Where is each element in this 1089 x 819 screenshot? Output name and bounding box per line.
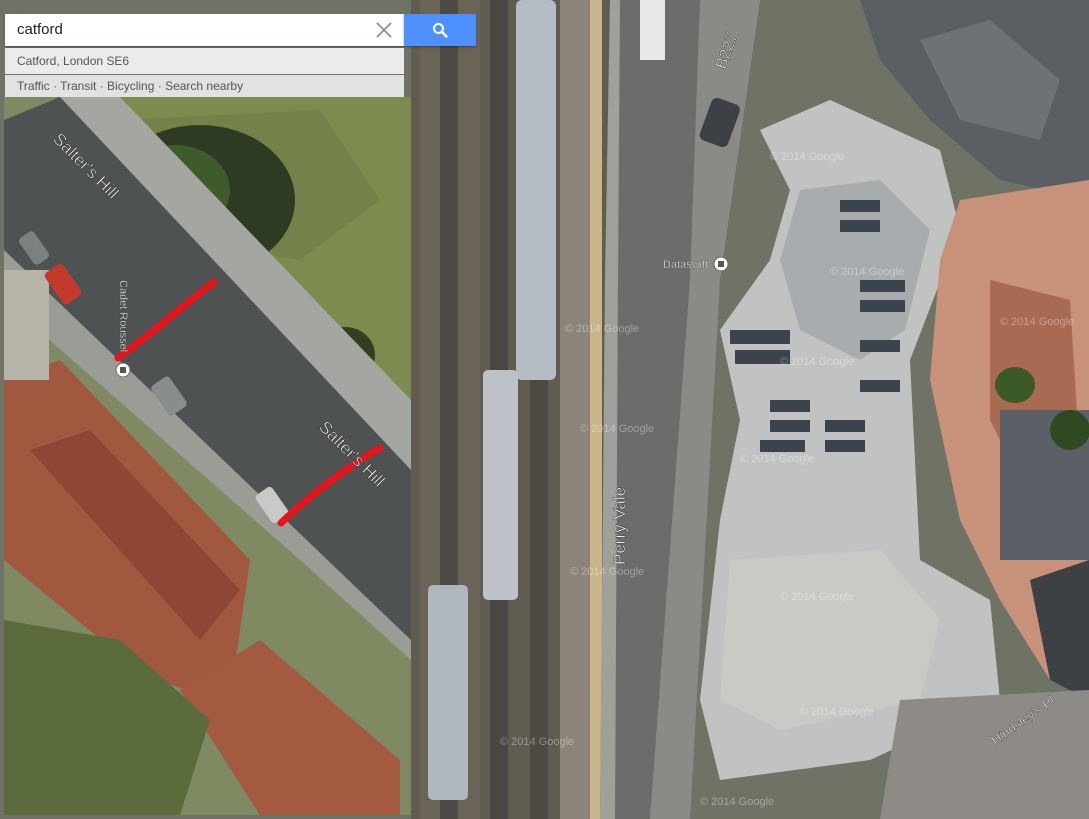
watermark: © 2014 Google xyxy=(700,796,774,808)
link-traffic[interactable]: Traffic xyxy=(17,79,50,93)
search-button[interactable] xyxy=(404,14,476,46)
separator: · xyxy=(154,79,166,93)
search-icon xyxy=(433,23,448,38)
search-suggestion[interactable]: Catford, London SE6 xyxy=(5,48,404,74)
watermark: © 2014 Google xyxy=(780,356,854,368)
train xyxy=(516,0,556,380)
dataswift-marker[interactable] xyxy=(713,256,729,272)
satellite-map[interactable]: Salter's Hill Salter's Hill Cadet Rousse… xyxy=(0,0,1089,819)
link-transit[interactable]: Transit xyxy=(60,79,96,93)
separator: · xyxy=(49,79,61,93)
watermark: © 2014 Google xyxy=(830,266,904,278)
street-label-cadet-roussel: Cadet Roussel xyxy=(117,280,129,352)
watermark: © 2014 Google xyxy=(800,706,874,718)
watermark: © 2014 Google xyxy=(570,566,644,578)
search-input[interactable]: catford xyxy=(17,14,63,46)
street-label-perry-vale: Perry Vale xyxy=(610,487,629,565)
cadet-roussel-marker[interactable] xyxy=(115,362,131,378)
search-box[interactable]: catford xyxy=(5,14,404,46)
close-icon[interactable] xyxy=(374,20,394,40)
link-bicycling[interactable]: Bicycling xyxy=(107,79,154,93)
watermark: © 2014 Google xyxy=(740,453,814,465)
watermark: © 2014 Google xyxy=(780,591,854,603)
watermark: © 2014 Google xyxy=(770,151,844,163)
separator: · xyxy=(96,79,108,93)
watermark: © 2014 Google xyxy=(500,736,574,748)
quick-links: Traffic · Transit · Bicycling · Search n… xyxy=(5,75,404,97)
link-search-nearby[interactable]: Search nearby xyxy=(165,79,243,93)
watermark: © 2014 Google xyxy=(580,423,654,435)
watermark: © 2014 Google xyxy=(565,323,639,335)
watermark: © 2014 Google xyxy=(1000,316,1074,328)
poi-label-dataswift[interactable]: Dataswift xyxy=(663,259,709,271)
